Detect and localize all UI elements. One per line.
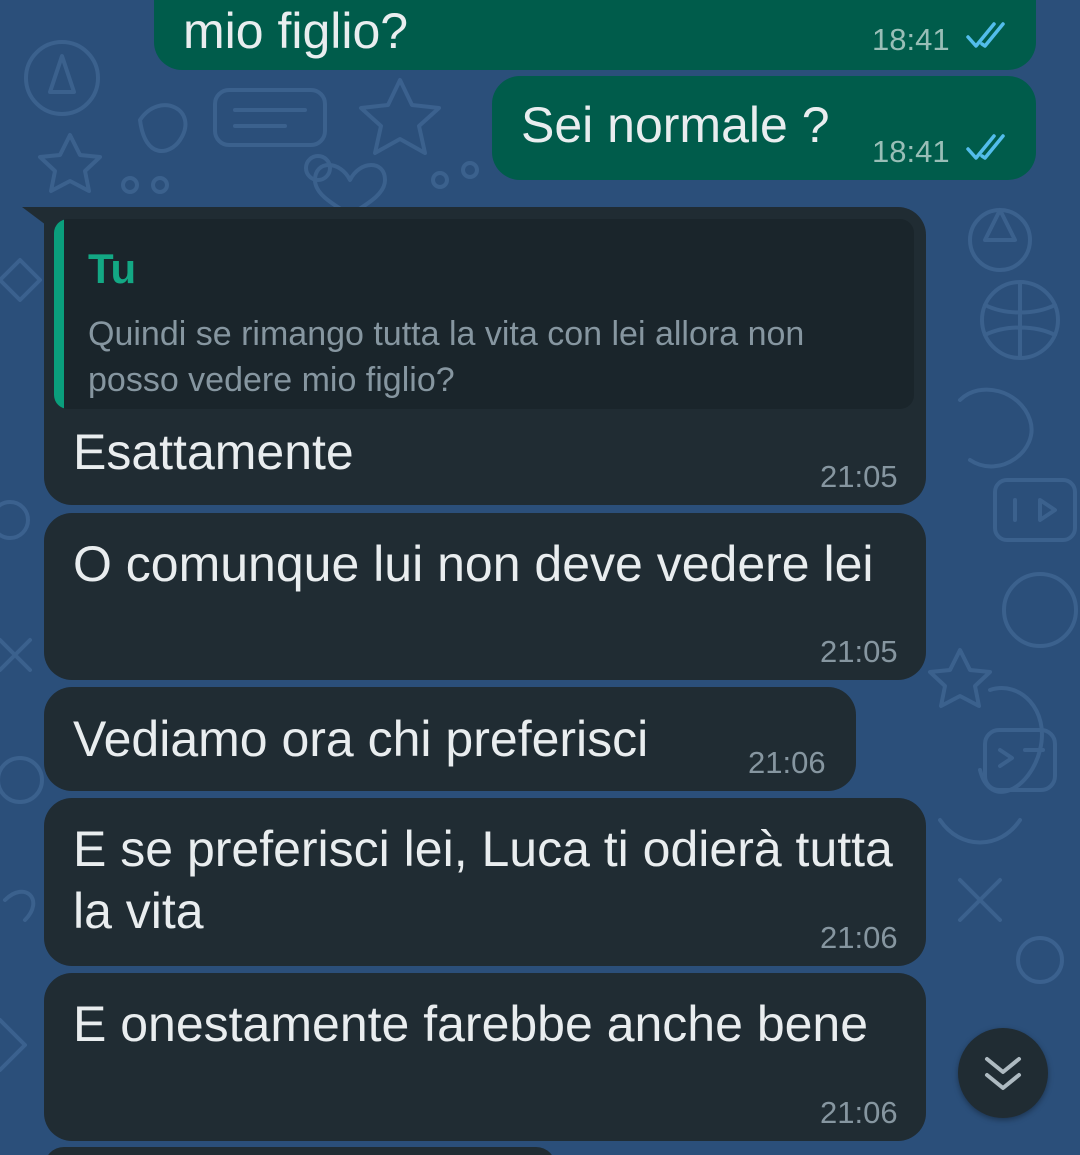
quote-author: Tu	[88, 245, 137, 292]
message-text: Esattamente	[73, 424, 354, 480]
incoming-message[interactable]: E se preferisci lei, Luca ti odierà tutt…	[44, 798, 926, 966]
incoming-message[interactable]: E onestamente farebbe anche bene 21:06	[44, 973, 926, 1141]
message-time: 18:41	[872, 22, 950, 57]
message-time: 18:41	[872, 134, 950, 169]
double-check-read-icon	[966, 134, 1005, 160]
message-time: 21:05	[820, 634, 898, 669]
scroll-to-bottom-button[interactable]	[958, 1028, 1048, 1118]
message-time: 21:06	[820, 920, 898, 955]
outgoing-message[interactable]: mio figlio? 18:41	[154, 0, 1036, 70]
incoming-message[interactable]: Vediamo ora chi preferisci 21:06	[44, 687, 856, 791]
quote-accent-bar	[54, 219, 64, 409]
message-text: E se preferisci lei, Luca ti odierà tutt…	[73, 821, 907, 939]
message-text: O comunque lui non deve vedere lei	[73, 536, 874, 592]
message-text: Vediamo ora chi preferisci	[73, 711, 649, 767]
incoming-message-partial[interactable]	[44, 1147, 556, 1155]
double-chevron-down-icon	[985, 1057, 1021, 1090]
outgoing-message[interactable]: Sei normale ? 18:41	[492, 76, 1036, 180]
message-text: Sei normale ?	[521, 97, 830, 153]
quote-text: Quindi se rimango tutta la vita con lei …	[88, 315, 805, 399]
message-text: mio figlio?	[183, 3, 409, 59]
double-check-read-icon	[966, 22, 1005, 48]
quoted-message[interactable]: Tu Quindi se rimango tutta la vita con l…	[54, 219, 914, 409]
incoming-message[interactable]: O comunque lui non deve vedere lei 21:05	[44, 513, 926, 680]
message-time: 21:06	[820, 1095, 898, 1130]
message-time: 21:05	[820, 459, 898, 494]
message-time: 21:06	[748, 745, 826, 780]
message-text: E onestamente farebbe anche bene	[73, 996, 869, 1052]
incoming-message[interactable]: Tu Quindi se rimango tutta la vita con l…	[44, 207, 926, 505]
